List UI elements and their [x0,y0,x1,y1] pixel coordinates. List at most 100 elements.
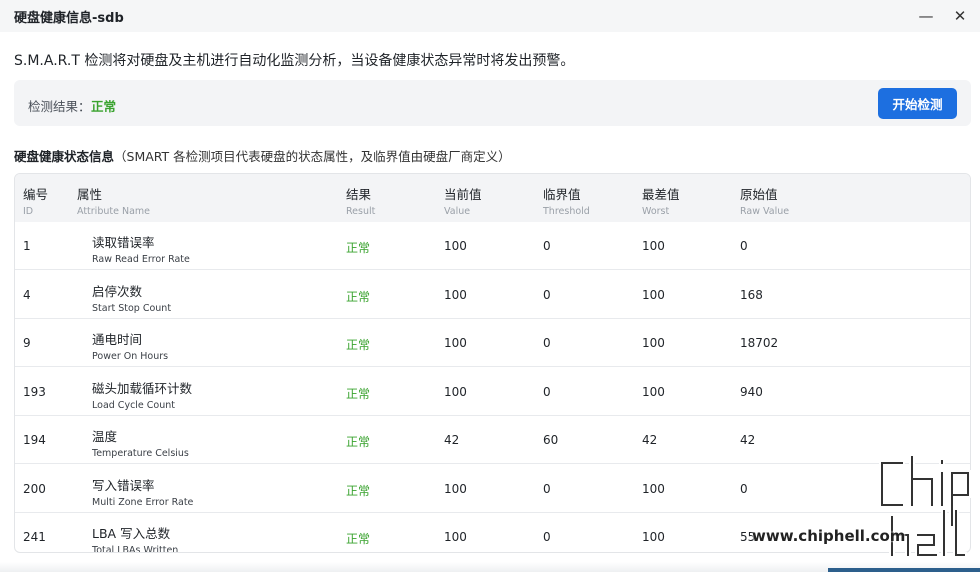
row-result: 正常 [346,387,371,401]
row-attribute: 通电时间 Power On Hours [92,329,168,362]
table-row: 241 LBA 写入总数 Total LBAs Written 正常 100 0… [15,513,970,553]
row-result: 正常 [346,532,371,546]
row-value: 100 [444,239,467,253]
row-attribute-cn: 写入错误率 [92,478,155,493]
table-row: 194 温度 Temperature Celsius 正常 42 60 42 4… [15,416,970,464]
smart-description: S.M.A.R.T 检测将对硬盘及主机进行自动化监测分析，当设备健康状态异常时将… [14,53,575,69]
row-result: 正常 [346,290,371,304]
row-threshold: 0 [543,482,551,496]
row-raw: 168 [740,288,763,302]
detection-result-panel: 检测结果： 正常 开始检测 [14,80,971,126]
header-result-en: Result [346,206,376,217]
row-result: 正常 [346,338,371,352]
row-attribute: 读取错误率 Raw Read Error Rate [92,232,190,265]
header-value-en: Value [444,206,471,217]
header-worst-cn: 最差值 [642,187,680,202]
row-id: 194 [23,433,46,447]
row-attribute-cn: 启停次数 [92,284,143,299]
row-id: 241 [23,530,46,544]
row-attribute: 写入错误率 Multi Zone Error Rate [92,475,193,508]
minimize-icon[interactable]: — [914,4,938,28]
header-result-cn: 结果 [346,187,372,202]
header-id-en: ID [23,206,34,217]
start-detection-button[interactable]: 开始检测 [878,88,957,119]
section-title-note: （SMART 各检测项目代表硬盘的状态属性，及临界值由硬盘厂商定义） [114,149,511,164]
row-attribute: 启停次数 Start Stop Count [92,281,171,314]
row-attribute-en: Temperature Celsius [92,448,189,459]
table-row: 9 通电时间 Power On Hours 正常 100 0 100 18702 [15,319,970,367]
section-title-main: 硬盘健康状态信息 [14,149,115,164]
row-result: 正常 [346,241,371,255]
row-id: 1 [23,239,31,253]
header-value: 当前值 Value [444,184,482,217]
close-icon[interactable]: ✕ [948,4,972,28]
row-worst: 42 [642,433,658,447]
header-attribute: 属性 Attribute Name [77,184,150,217]
header-threshold-en: Threshold [543,206,590,217]
row-attribute-cn: 磁头加载循环计数 [92,381,193,396]
row-worst: 100 [642,482,665,496]
row-threshold: 60 [543,433,559,447]
row-value: 100 [444,288,467,302]
row-worst: 100 [642,385,665,399]
row-attribute-en: Multi Zone Error Rate [92,497,194,508]
row-threshold: 0 [543,288,551,302]
detection-result-value: 正常 [91,99,117,114]
row-worst: 100 [642,530,665,544]
header-raw-en: Raw Value [740,206,790,217]
row-raw: 18702 [740,336,779,350]
row-attribute: LBA 写入总数 Total LBAs Written [92,523,179,553]
detection-result-label: 检测结果： [28,99,91,114]
header-raw-cn: 原始值 [740,187,778,202]
header-threshold-cn: 临界值 [543,187,581,202]
table-row: 4 启停次数 Start Stop Count 正常 100 0 100 168 [15,271,970,319]
row-value: 42 [444,433,460,447]
header-worst-en: Worst [642,206,670,217]
window-title: 硬盘健康信息-sdb [14,11,124,26]
smart-table: 编号 ID 属性 Attribute Name 结果 Result 当前值 Va… [14,173,971,553]
row-result: 正常 [346,484,371,498]
row-id: 9 [23,336,31,350]
header-attribute-en: Attribute Name [77,206,150,217]
row-attribute-cn: 读取错误率 [92,235,155,250]
row-id: 193 [23,385,46,399]
row-worst: 100 [642,288,665,302]
row-threshold: 0 [543,336,551,350]
header-raw: 原始值 Raw Value [740,184,789,217]
section-title: 硬盘健康状态信息（SMART 各检测项目代表硬盘的状态属性，及临界值由硬盘厂商定… [14,146,511,165]
row-attribute-en: Start Stop Count [92,303,172,314]
row-attribute-cn: 通电时间 [92,332,143,347]
table-row: 1 读取错误率 Raw Read Error Rate 正常 100 0 100… [15,222,970,270]
row-attribute-cn: LBA 写入总数 [92,526,171,541]
row-raw: 0 [740,482,748,496]
header-id: 编号 ID [23,184,48,217]
title-bar: 硬盘健康信息-sdb — ✕ [0,0,980,32]
header-value-cn: 当前值 [444,187,482,202]
row-value: 100 [444,336,467,350]
header-id-cn: 编号 [23,187,49,202]
row-raw: 940 [740,385,763,399]
table-row: 193 磁头加载循环计数 Load Cycle Count 正常 100 0 1… [15,368,970,416]
row-attribute-en: Power On Hours [92,351,169,362]
header-worst: 最差值 Worst [642,184,680,217]
row-id: 4 [23,288,31,302]
row-worst: 100 [642,336,665,350]
header-result: 结果 Result [346,184,375,217]
row-value: 100 [444,482,467,496]
row-attribute-en: Load Cycle Count [92,400,176,411]
row-attribute-en: Raw Read Error Rate [92,254,190,265]
row-attribute-en: Total LBAs Written [92,545,179,553]
header-attribute-cn: 属性 [77,187,103,202]
row-attribute-cn: 温度 [92,429,118,444]
bottom-accent-bar [828,568,980,572]
row-threshold: 0 [543,385,551,399]
row-attribute: 磁头加载循环计数 Load Cycle Count [92,378,192,411]
row-worst: 100 [642,239,665,253]
row-value: 100 [444,385,467,399]
row-raw: 0 [740,239,748,253]
table-row: 200 写入错误率 Multi Zone Error Rate 正常 100 0… [15,465,970,513]
row-result: 正常 [346,435,371,449]
row-value: 100 [444,530,467,544]
table-header: 编号 ID 属性 Attribute Name 结果 Result 当前值 Va… [15,174,970,222]
row-id: 200 [23,482,46,496]
